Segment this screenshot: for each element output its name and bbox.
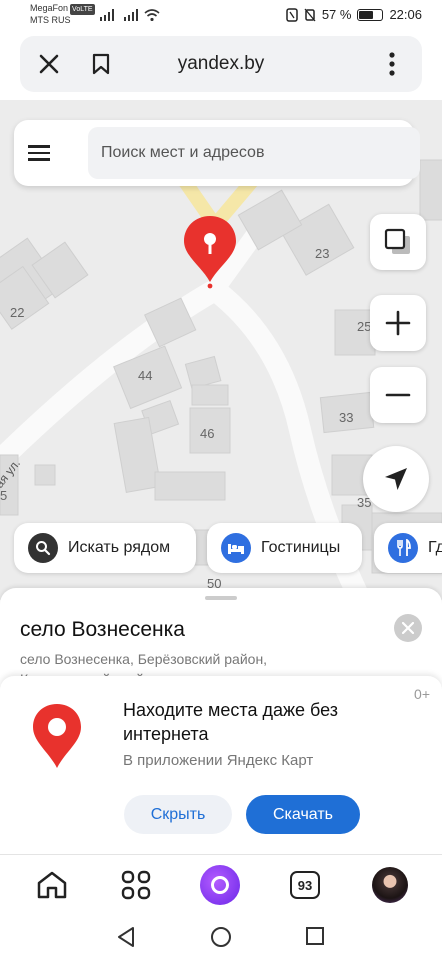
signal-icon-2: [124, 9, 138, 21]
tabs-count: 93: [290, 871, 320, 899]
carrier-2: MTS RUS: [30, 15, 71, 25]
recents-icon[interactable]: [305, 926, 325, 946]
clock: 22:06: [389, 7, 422, 22]
search-input[interactable]: Поиск мест и адресов: [88, 127, 420, 179]
download-button[interactable]: Скачать: [246, 795, 360, 834]
url-text[interactable]: yandex.by: [20, 53, 422, 75]
chip-food[interactable]: Гд: [374, 523, 442, 573]
place-card[interactable]: село Вознесенка село Вознесенка, Берёзов…: [0, 588, 442, 687]
building-number: 44: [138, 368, 153, 383]
nfc-icon: [286, 7, 298, 22]
plus-icon: [385, 310, 411, 336]
profile-button[interactable]: [370, 865, 410, 905]
screen: MegaFon VoLTE MTS RUS 57 % 22:06 yandex.b…: [0, 0, 442, 960]
browser-menu-button[interactable]: [372, 44, 412, 84]
building-number: 33: [339, 410, 354, 425]
search-icon: [28, 533, 58, 563]
drag-handle[interactable]: [205, 596, 237, 600]
avatar: [372, 867, 408, 903]
promo-subtitle: В приложении Яндекс Карт: [123, 752, 314, 769]
age-rating: 0+: [414, 686, 430, 702]
home-icon: [37, 871, 67, 899]
chip-label: Гд: [428, 539, 442, 556]
chip-label: Искать рядом: [68, 539, 171, 556]
minus-icon: [385, 393, 411, 397]
services-button[interactable]: [116, 865, 156, 905]
close-icon: [402, 622, 414, 634]
promo-title: Находите места даже без интернета: [123, 700, 339, 744]
battery-icon: [357, 8, 384, 21]
bed-icon: [221, 533, 251, 563]
home-circle-icon[interactable]: [210, 926, 232, 948]
layers-button[interactable]: [370, 214, 426, 270]
status-bar: MegaFon VoLTE MTS RUS 57 % 22:06: [0, 0, 442, 32]
layers-icon: [384, 228, 410, 254]
quick-search-chips: Искать рядом Гостиницы Гд: [0, 523, 442, 573]
fork-knife-icon: [388, 533, 418, 563]
building-number: 46: [200, 426, 215, 441]
close-card-button[interactable]: [394, 614, 422, 642]
carrier-info: MegaFon VoLTE MTS RUS: [30, 3, 95, 26]
browser-bottom-bar: 93: [0, 854, 442, 914]
browser-address-bar: yandex.by: [20, 36, 422, 92]
more-vertical-icon: [389, 52, 395, 76]
chip-label: Гостиницы: [261, 539, 341, 556]
map-pin-icon: [33, 704, 81, 768]
chip-hotels[interactable]: Гостиницы: [207, 523, 362, 573]
building-number: 22: [10, 305, 25, 320]
status-right: 57 % 22:06: [286, 7, 422, 22]
tabs-button[interactable]: 93: [285, 865, 325, 905]
building-number: 5: [0, 488, 8, 503]
vibrate-icon: [304, 8, 316, 21]
navigation-arrow-icon: [385, 468, 407, 490]
hamburger-menu-icon[interactable]: [28, 138, 58, 168]
place-title: село Вознесенка: [20, 618, 185, 641]
map-search-bar: Поиск мест и адресов: [14, 120, 420, 186]
grid-icon: [121, 870, 151, 900]
volte-badge: VoLTE: [70, 4, 95, 15]
battery-percent: 57 %: [321, 7, 352, 22]
chip-search-nearby[interactable]: Искать рядом: [14, 523, 196, 573]
building-number: 23: [315, 246, 330, 261]
home-button[interactable]: [32, 865, 72, 905]
system-navigation-bar: [0, 914, 442, 960]
signal-icon: [100, 9, 114, 21]
search-placeholder: Поиск мест и адресов: [101, 144, 265, 161]
location-pin-icon[interactable]: [180, 212, 240, 292]
alice-button[interactable]: [200, 865, 240, 905]
app-promo-banner: 0+ Находите места даже без интернета В п…: [0, 676, 442, 854]
alice-icon: [200, 865, 240, 905]
hide-button[interactable]: Скрыть: [124, 795, 232, 834]
zoom-in-button[interactable]: [370, 295, 426, 351]
my-location-button[interactable]: [363, 446, 429, 512]
zoom-out-button[interactable]: [370, 367, 426, 423]
carrier-1: MegaFon: [30, 3, 69, 13]
back-icon[interactable]: [116, 926, 136, 948]
wifi-icon: [144, 9, 160, 21]
